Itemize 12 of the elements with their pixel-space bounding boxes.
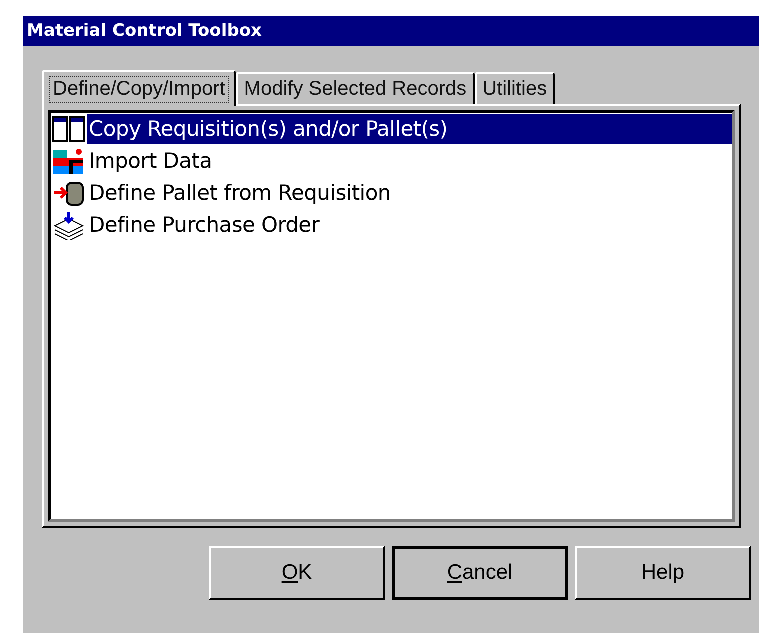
dialog-button[interactable]: Help [575,546,751,600]
window-title: Material Control Toolbox [23,16,759,46]
tab[interactable]: Define/Copy/Import [42,70,236,106]
dialog-button[interactable]: Cancel [392,546,568,600]
copy-icon [51,114,87,144]
list-item[interactable]: Define Purchase Order [87,210,732,240]
list-item[interactable]: Copy Requisition(s) and/or Pallet(s) [87,114,732,144]
dialog-button[interactable]: OK [209,546,385,600]
list-item[interactable]: Import Data [87,146,732,176]
tab[interactable]: Modify Selected Records [236,72,475,104]
tab[interactable]: Utilities [474,72,556,104]
list-item[interactable]: Define Pallet from Requisition [87,178,732,208]
